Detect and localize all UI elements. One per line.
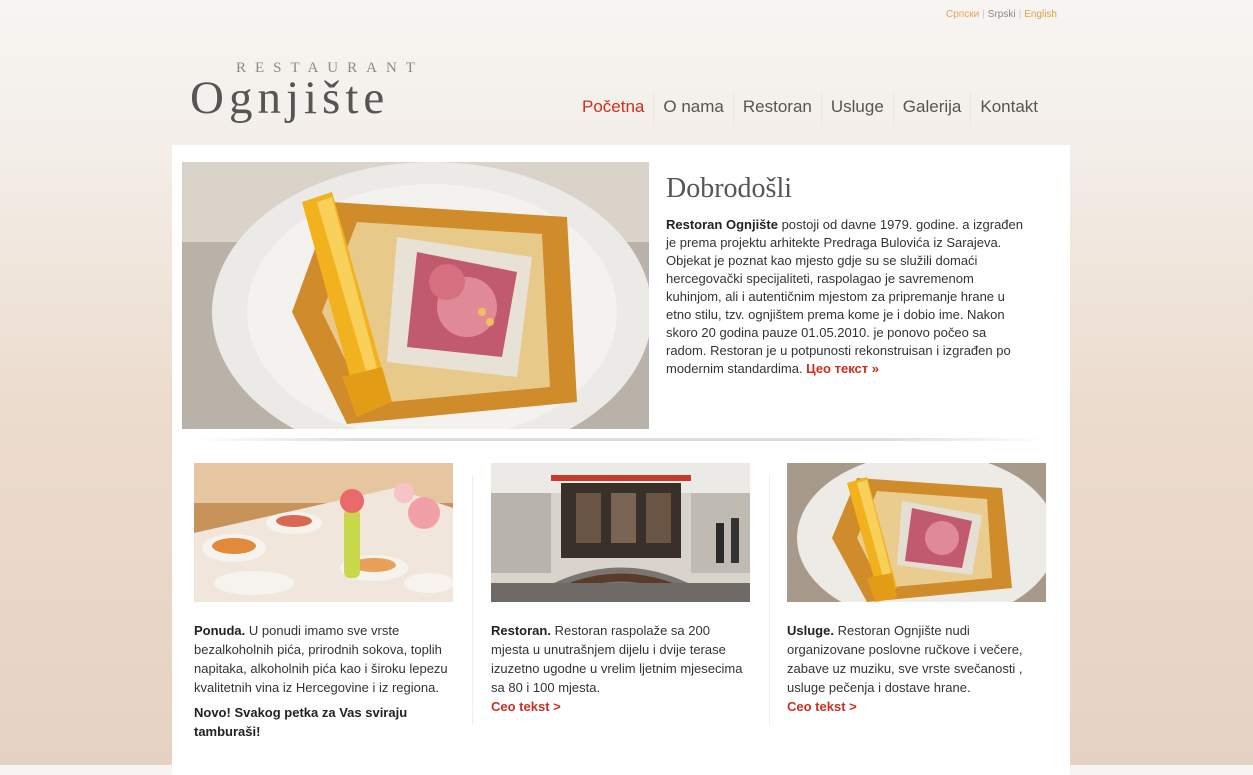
welcome-section: Dobrodošli Restoran Ognjište postoji od … bbox=[666, 173, 1028, 378]
restaurant-column: Restoran. Restoran raspolaže sa 200 mjes… bbox=[491, 463, 751, 716]
site-logo[interactable]: RESTAURANT Ognjište bbox=[190, 60, 424, 124]
hero-image-napkin bbox=[182, 162, 649, 429]
welcome-text: Restoran Ognjište postoji od davne 1979.… bbox=[666, 216, 1028, 378]
services-read-more-link[interactable]: Ceo tekst > bbox=[787, 697, 1047, 716]
lang-separator: | bbox=[1018, 9, 1022, 20]
services-column: Usluge. Restoran Ognjište nudi organizov… bbox=[787, 463, 1047, 716]
welcome-body: postoji od davne 1979. godine. a izgrađe… bbox=[666, 217, 1023, 376]
nav-item-pocetna[interactable]: Početna bbox=[573, 92, 653, 125]
restaurant-lead: Restoran. bbox=[491, 623, 551, 638]
section-divider bbox=[194, 438, 1049, 441]
offer-column: Ponuda. U ponudi imamo sve vrste bezalko… bbox=[194, 463, 454, 741]
services-image-napkin bbox=[787, 463, 1046, 602]
nav-item-o-nama[interactable]: O nama bbox=[653, 92, 732, 125]
read-more-link[interactable]: Цео текст » bbox=[806, 361, 879, 376]
language-switcher: Српски | Srpski | English bbox=[946, 9, 1057, 20]
main-nav: Početna O nama Restoran Usluge Galerija … bbox=[573, 92, 1047, 125]
offer-lead: Ponuda. bbox=[194, 623, 246, 638]
content-panel: Dobrodošli Restoran Ognjište postoji od … bbox=[172, 145, 1070, 775]
offer-text: Ponuda. U ponudi imamo sve vrste bezalko… bbox=[194, 621, 454, 697]
news-notice: Novo! Svakog petka za Vas sviraju tambur… bbox=[194, 705, 408, 739]
services-text: Usluge. Restoran Ognjište nudi organizov… bbox=[787, 621, 1047, 716]
lang-cyrillic-link[interactable]: Српски bbox=[946, 9, 979, 20]
lang-separator: | bbox=[982, 9, 985, 20]
nav-item-usluge[interactable]: Usluge bbox=[820, 92, 893, 125]
nav-item-galerija[interactable]: Galerija bbox=[892, 92, 971, 125]
nav-item-restoran[interactable]: Restoran bbox=[732, 92, 821, 125]
welcome-lead: Restoran Ognjište bbox=[666, 217, 778, 232]
services-lead: Usluge. bbox=[787, 623, 834, 638]
restaurant-read-more-link[interactable]: Ceo tekst > bbox=[491, 697, 751, 716]
nav-item-kontakt[interactable]: Kontakt bbox=[970, 92, 1047, 125]
restaurant-text: Restoran. Restoran raspolaže sa 200 mjes… bbox=[491, 621, 751, 716]
column-divider bbox=[769, 475, 770, 725]
restaurant-image-bar bbox=[491, 463, 750, 602]
offer-image-table bbox=[194, 463, 453, 602]
welcome-title: Dobrodošli bbox=[666, 173, 792, 204]
lang-english-link[interactable]: English bbox=[1024, 9, 1057, 20]
column-divider bbox=[472, 475, 473, 725]
logo-name-text: Ognjište bbox=[190, 72, 390, 124]
lang-serbian-link[interactable]: Srpski bbox=[988, 9, 1016, 20]
